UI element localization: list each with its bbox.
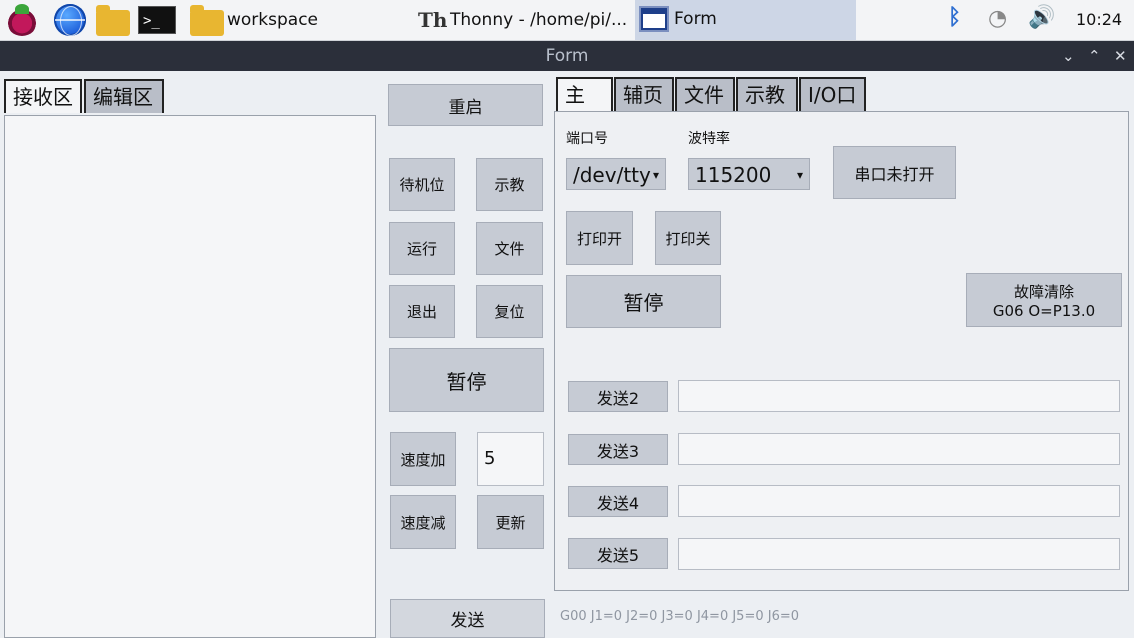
form-task-label[interactable]: Form: [674, 9, 717, 29]
print-off-button[interactable]: 打印关: [655, 211, 721, 265]
send-button[interactable]: 发送: [390, 599, 545, 638]
maximize-icon[interactable]: ⌃: [1088, 41, 1101, 71]
baud-value: 115200: [695, 163, 772, 187]
fault-clear-button[interactable]: 故障清除 G06 O=P13.0: [966, 273, 1122, 327]
standby-button[interactable]: 待机位: [389, 158, 455, 211]
tab-home[interactable]: 主页: [556, 77, 613, 139]
speed-input[interactable]: 5: [477, 432, 544, 486]
send5-button[interactable]: 发送5: [568, 538, 668, 569]
thonny-icon[interactable]: Th: [418, 8, 447, 32]
teach-button[interactable]: 示教: [476, 158, 543, 211]
tab-io[interactable]: I/O口: [799, 77, 866, 111]
pause-button-right[interactable]: 暂停: [566, 275, 721, 328]
tab-aux[interactable]: 辅页: [614, 77, 674, 111]
fault-clear-label: 故障清除: [1013, 282, 1074, 301]
baud-select[interactable]: 115200 ▾: [688, 158, 810, 190]
send3-button[interactable]: 发送3: [568, 434, 668, 465]
raspberry-menu-icon[interactable]: [6, 4, 38, 36]
bluetooth-icon[interactable]: ᛒ: [948, 5, 961, 30]
speed-down-button[interactable]: 速度减: [390, 495, 456, 549]
reset-button[interactable]: 复位: [476, 285, 543, 338]
window-title: Form: [545, 46, 589, 66]
file-manager-icon[interactable]: [96, 5, 130, 36]
minimize-icon[interactable]: ⌄: [1062, 41, 1075, 71]
chevron-down-icon: ▾: [796, 168, 803, 182]
restart-button[interactable]: 重启: [388, 84, 543, 126]
baud-label: 波特率: [688, 131, 730, 147]
send5-input[interactable]: [678, 538, 1120, 570]
exit-button[interactable]: 退出: [389, 285, 455, 338]
chevron-down-icon: ▾: [652, 168, 659, 182]
form-client-area: 接收区 编辑区 重启 待机位 示教 运行 文件 退出 复位 暂停 速度加 5 速…: [0, 71, 1134, 638]
send3-input[interactable]: [678, 433, 1120, 465]
workspace-task-label[interactable]: workspace: [227, 10, 318, 30]
send4-input[interactable]: [678, 485, 1120, 517]
wifi-icon[interactable]: ◔: [988, 6, 1007, 31]
serial-open-button[interactable]: 串口未打开: [833, 146, 956, 199]
folder-icon[interactable]: [190, 5, 224, 36]
taskbar: >_ workspace Th Thonny - /home/pi/... Fo…: [0, 0, 1134, 41]
port-label: 端口号: [566, 131, 608, 147]
speed-up-button[interactable]: 速度加: [390, 432, 456, 486]
fault-code: G06 O=P13.0: [992, 301, 1096, 320]
port-select[interactable]: /dev/tty ▾: [566, 158, 666, 190]
print-on-button[interactable]: 打印开: [566, 211, 633, 265]
file-button[interactable]: 文件: [476, 222, 543, 275]
browser-icon[interactable]: [54, 4, 86, 36]
window-titlebar[interactable]: Form ⌄ ⌃ ✕: [0, 41, 1134, 71]
thonny-task-label[interactable]: Thonny - /home/pi/...: [450, 10, 627, 30]
update-button[interactable]: 更新: [477, 495, 544, 549]
form-window-icon: [639, 6, 669, 32]
port-value: /dev/tty: [573, 163, 651, 187]
pause-button-left[interactable]: 暂停: [389, 348, 544, 412]
tab-edit[interactable]: 编辑区: [84, 79, 164, 113]
volume-icon[interactable]: 🔊: [1028, 5, 1055, 30]
close-icon[interactable]: ✕: [1114, 41, 1127, 71]
run-button[interactable]: 运行: [389, 222, 455, 275]
send2-input[interactable]: [678, 380, 1120, 412]
tab-teach[interactable]: 示教: [736, 77, 798, 111]
clock: 10:24: [1076, 10, 1123, 29]
send2-button[interactable]: 发送2: [568, 381, 668, 412]
joint-status-line: G00 J1=0 J2=0 J3=0 J4=0 J5=0 J6=0: [560, 609, 800, 624]
terminal-icon[interactable]: >_: [138, 6, 176, 34]
tab-receive[interactable]: 接收区: [4, 79, 82, 113]
receive-area[interactable]: [4, 115, 376, 638]
send4-button[interactable]: 发送4: [568, 486, 668, 517]
tab-file[interactable]: 文件: [675, 77, 735, 111]
